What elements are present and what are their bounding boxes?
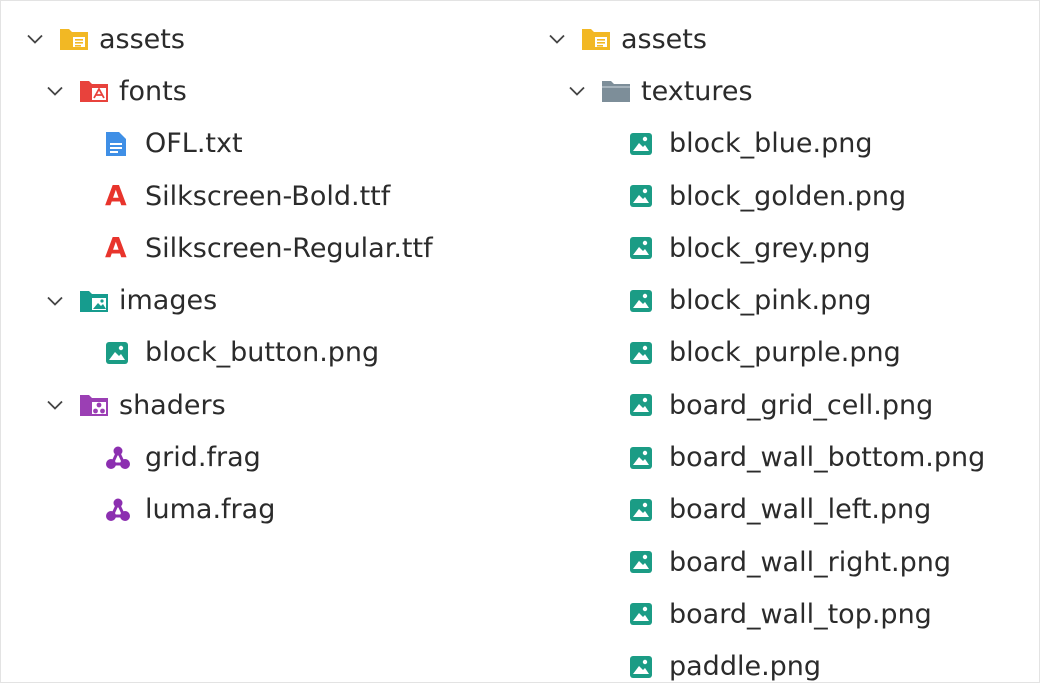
image-file-icon [629,547,669,577]
chevron-down-icon[interactable] [547,24,581,54]
tree-file-texture[interactable]: board_wall_top.png [543,588,1023,640]
font-file-icon: A [105,179,127,213]
tree-item-label: board_grid_cell.png [669,389,934,421]
tree-file-texture[interactable]: board_wall_left.png [543,484,1023,536]
text-file-icon [105,129,145,159]
tree-item-label: board_wall_bottom.png [669,442,986,474]
image-file-icon [629,286,669,316]
font-file-icon: A [105,231,127,265]
fonts-folder-icon [79,76,119,106]
tree-item-label: Silkscreen-Bold.ttf [145,180,391,212]
tree-item-label: Silkscreen-Regular.ttf [145,232,433,264]
right-file-tree: assets textures block_blue.png block_gol… [543,13,1023,693]
textures-folder-icon [601,76,641,106]
shaders-folder-icon [79,390,119,420]
tree-file-grid-frag[interactable]: grid.frag [21,431,501,483]
tree-file-ofl-txt[interactable]: OFL.txt [21,118,501,170]
tree-item-label: block_button.png [145,337,380,369]
tree-file-texture[interactable]: board_grid_cell.png [543,379,1023,431]
images-folder-icon [79,286,119,316]
tree-file-texture[interactable]: block_purple.png [543,327,1023,379]
tree-file-luma-frag[interactable]: luma.frag [21,484,501,536]
tree-item-label: block_golden.png [669,180,907,212]
tree-folder-images[interactable]: images [21,274,501,326]
shader-file-icon [105,443,145,473]
tree-item-label: board_wall_left.png [669,494,932,526]
tree-file-texture[interactable]: block_pink.png [543,274,1023,326]
chevron-down-icon[interactable] [45,76,79,106]
tree-item-label: block_grey.png [669,232,871,264]
image-file-icon [105,338,145,368]
tree-item-label: shaders [119,389,226,421]
image-file-icon [629,652,669,682]
image-file-icon [629,495,669,525]
tree-item-label: paddle.png [669,651,822,683]
tree-item-label: textures [641,75,753,107]
tree-file-block-button[interactable]: block_button.png [21,327,501,379]
tree-file-texture[interactable]: block_golden.png [543,170,1023,222]
tree-folder-assets[interactable]: assets [21,13,501,65]
tree-item-label: block_purple.png [669,337,901,369]
image-file-icon [629,443,669,473]
tree-item-label: board_wall_right.png [669,546,952,578]
tree-item-label: OFL.txt [145,128,243,160]
image-file-icon [629,390,669,420]
shader-file-icon [105,495,145,525]
tree-file-texture[interactable]: board_wall_bottom.png [543,431,1023,483]
tree-item-label: fonts [119,75,187,107]
tree-item-label: assets [99,23,185,55]
tree-folder-textures[interactable]: textures [543,65,1023,117]
tree-item-label: block_blue.png [669,128,873,160]
chevron-down-icon[interactable] [25,24,59,54]
chevron-down-icon[interactable] [45,390,79,420]
tree-file-texture[interactable]: paddle.png [543,641,1023,693]
image-file-icon [629,181,669,211]
left-file-tree: assets fonts OFL.txt A Silkscreen-Bold.t… [21,13,501,536]
tree-folder-shaders[interactable]: shaders [21,379,501,431]
tree-folder-fonts[interactable]: fonts [21,65,501,117]
tree-file-texture[interactable]: board_wall_right.png [543,536,1023,588]
explorer-screenshot: assets fonts OFL.txt A Silkscreen-Bold.t… [0,0,1040,683]
assets-folder-icon [581,24,621,54]
tree-file-texture[interactable]: block_blue.png [543,118,1023,170]
tree-item-label: board_wall_top.png [669,598,932,630]
image-file-icon [629,129,669,159]
image-file-icon [629,338,669,368]
tree-item-label: assets [621,23,707,55]
chevron-down-icon[interactable] [567,76,601,106]
assets-folder-icon [59,24,99,54]
image-file-icon [629,233,669,263]
tree-item-label: block_pink.png [669,285,872,317]
tree-item-label: images [119,285,218,317]
tree-file-silkscreen-regular[interactable]: A Silkscreen-Regular.ttf [21,222,501,274]
texture-file-list: block_blue.png block_golden.png block_gr… [543,118,1023,693]
tree-item-label: grid.frag [145,442,261,474]
tree-folder-assets[interactable]: assets [543,13,1023,65]
tree-item-label: luma.frag [145,494,276,526]
image-file-icon [629,599,669,629]
tree-file-silkscreen-bold[interactable]: A Silkscreen-Bold.ttf [21,170,501,222]
chevron-down-icon[interactable] [45,286,79,316]
tree-file-texture[interactable]: block_grey.png [543,222,1023,274]
